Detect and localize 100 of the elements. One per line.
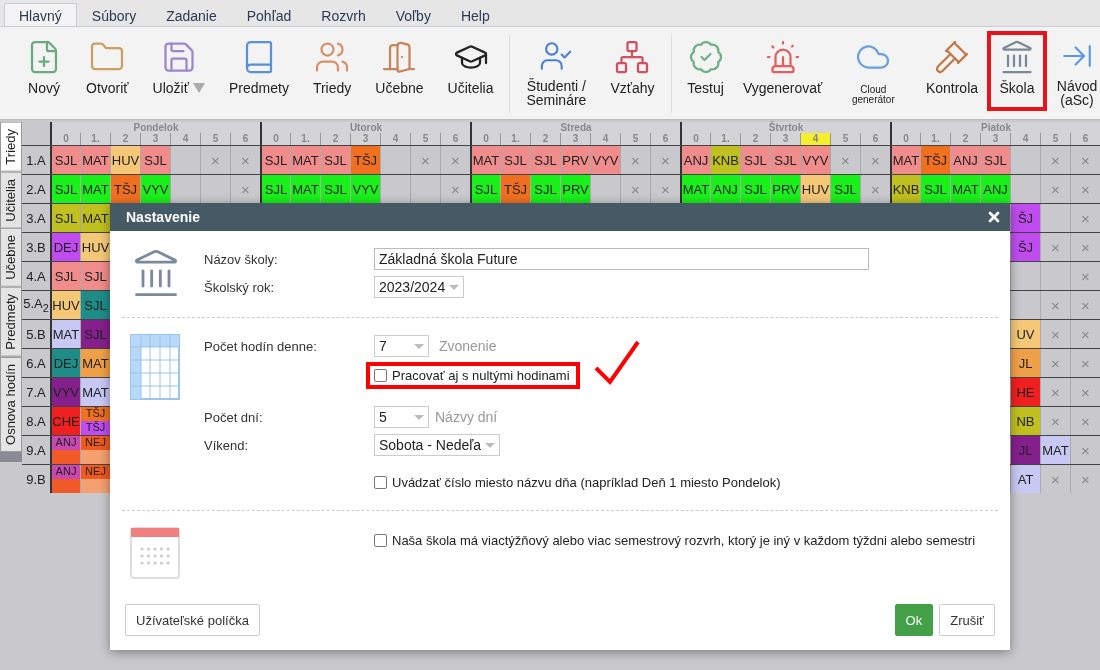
toolbar-button[interactable]: Cloud generátor (829, 31, 917, 111)
lesson-cell[interactable]: SJL (320, 175, 350, 203)
lesson-cell[interactable]: HUV (80, 233, 110, 261)
lesson-cell[interactable]: ANJ (52, 436, 80, 450)
lesson-cell[interactable]: ANJ (980, 175, 1010, 203)
lesson-cell[interactable]: SJL (80, 262, 110, 290)
lesson-cell[interactable]: MAT (80, 146, 110, 174)
lesson-cell[interactable]: ŠJ (1010, 233, 1040, 261)
lesson-cell[interactable]: ANJ (52, 465, 80, 479)
lesson-cell[interactable]: MAT (80, 349, 110, 377)
lesson-cell[interactable]: SJL (140, 146, 170, 174)
hours-select[interactable]: 7 (374, 335, 429, 357)
side-tab[interactable]: Osnova hodín (0, 356, 22, 452)
menu-tab[interactable]: Pohľad (231, 3, 307, 26)
lesson-cell[interactable]: SJL (260, 146, 290, 174)
side-tab[interactable]: Triedy (0, 122, 22, 172)
lesson-cell[interactable]: VYV (590, 146, 620, 174)
lesson-cell[interactable]: SJL (530, 175, 560, 203)
lesson-cell[interactable]: SJL (830, 175, 860, 203)
lesson-cell[interactable]: SJL (470, 175, 500, 203)
toolbar-button[interactable]: Kontrola (916, 31, 987, 111)
lesson-cell[interactable]: MAT (290, 146, 320, 174)
lesson-cell[interactable]: MAT (470, 146, 500, 174)
lesson-cell[interactable]: HUV (110, 146, 140, 174)
side-tab[interactable]: Učebne (0, 228, 22, 288)
lesson-cell[interactable]: SJL (260, 175, 290, 203)
lesson-cell[interactable]: ANJ (680, 146, 710, 174)
lesson-cell[interactable]: AT (1010, 465, 1040, 493)
lesson-cell[interactable]: MAT (80, 175, 110, 203)
lesson-cell[interactable]: TŠJ (81, 407, 110, 421)
lesson-cell[interactable]: SJL (770, 146, 800, 174)
lesson-cell[interactable] (52, 479, 80, 493)
school-name-field[interactable]: Základná škola Future (374, 248, 869, 270)
toolbar-button[interactable]: Vzťahy (598, 31, 667, 111)
lesson-cell[interactable]: SJL (50, 175, 80, 203)
lesson-cell[interactable] (81, 450, 110, 464)
lesson-cell[interactable]: MAT (890, 146, 920, 174)
lesson-cell[interactable]: ANJ (950, 146, 980, 174)
lesson-cell[interactable]: SJL (80, 291, 110, 319)
lesson-cell[interactable] (52, 450, 80, 464)
lesson-cell[interactable]: ŠJ (1010, 204, 1040, 232)
lesson-cell[interactable]: DEJ (50, 349, 80, 377)
lesson-cell[interactable]: SJL (980, 146, 1010, 174)
lesson-cell[interactable]: TŠJ (500, 175, 530, 203)
lesson-cell[interactable]: KNB (710, 146, 740, 174)
toolbar-button[interactable]: Uložiť (140, 31, 217, 111)
lesson-cell[interactable]: TŠJ (920, 146, 950, 174)
lesson-cell[interactable]: HUV (50, 291, 80, 319)
lesson-cell[interactable] (81, 479, 110, 493)
lesson-cell[interactable]: KNB (890, 175, 920, 203)
days-select[interactable]: 5 (374, 406, 429, 428)
lesson-cell[interactable]: SJL (920, 175, 950, 203)
toolbar-button[interactable]: Testuj (675, 31, 736, 111)
toolbar-button[interactable]: Vygenerovať (735, 31, 830, 111)
lesson-cell[interactable]: MAT (680, 175, 710, 203)
menu-tab[interactable]: Voľby (380, 3, 446, 26)
lesson-cell[interactable]: MAT (50, 320, 80, 348)
lesson-cell[interactable]: ANJ (710, 175, 740, 203)
lesson-cell[interactable]: PRV (560, 175, 590, 203)
toolbar-button[interactable]: Škola (987, 31, 1047, 111)
toolbar-button[interactable]: Návod (aSc) (1047, 31, 1100, 111)
custom-fields-button[interactable]: Užívateľské políčka (125, 604, 260, 636)
toolbar-button[interactable]: Nový (14, 31, 74, 111)
lesson-cell[interactable]: SJL (740, 146, 770, 174)
lesson-cell[interactable]: SJL (50, 146, 80, 174)
lesson-cell[interactable]: MAT (950, 175, 980, 203)
toolbar-button[interactable]: Otvoriť (74, 31, 141, 111)
lesson-cell[interactable]: MAT (80, 204, 110, 232)
lesson-cell[interactable]: TŠJ (110, 175, 140, 203)
weekend-select[interactable]: Sobota - Nedeľa (374, 434, 501, 456)
lesson-cell[interactable]: CHE (50, 407, 80, 435)
lesson-cell[interactable]: NB (1010, 407, 1040, 435)
lesson-cell[interactable]: HE (1010, 378, 1040, 406)
lesson-cell[interactable]: MAT (290, 175, 320, 203)
lesson-cell[interactable]: TŠJ (350, 146, 380, 174)
lesson-cell[interactable]: VYV (140, 175, 170, 203)
menu-tab[interactable]: Zadanie (151, 3, 232, 26)
lesson-cell[interactable]: UV (1010, 320, 1040, 348)
toolbar-button[interactable]: Učebne (363, 31, 436, 111)
lesson-cell[interactable]: PRV (770, 175, 800, 203)
lesson-cell[interactable]: VYV (800, 146, 830, 174)
lesson-cell[interactable]: SJL (740, 175, 770, 203)
lesson-cell[interactable]: NEJ (81, 436, 110, 450)
side-tab[interactable]: Učitelia (0, 171, 22, 229)
close-button[interactable] (986, 209, 1002, 225)
checkbox[interactable]: Naša škola má viactýžňový alebo viac semestrový rozvrh, ktorý je iný v každom týždni alebo semestri (366, 527, 986, 554)
menu-tab[interactable]: Súbory (76, 3, 152, 26)
toolbar-button[interactable]: Predmety (216, 31, 301, 111)
lesson-cell[interactable]: PRV (560, 146, 590, 174)
lesson-cell[interactable]: DEJ (50, 233, 80, 261)
toolbar-button[interactable]: Učitelia (435, 31, 506, 111)
lesson-cell[interactable]: TŠJ (81, 421, 110, 435)
menu-tab[interactable]: Hlavný (4, 3, 77, 26)
lesson-cell[interactable]: SJL (530, 146, 560, 174)
side-tab[interactable]: Predmety (0, 287, 22, 357)
lesson-cell[interactable]: JL (1010, 349, 1040, 377)
menu-tab[interactable]: Help (445, 3, 505, 26)
toolbar-button[interactable]: Študenti / Semináre (514, 31, 599, 111)
lesson-cell[interactable]: SJL (50, 204, 80, 232)
lesson-cell[interactable]: MAT (1040, 436, 1070, 464)
